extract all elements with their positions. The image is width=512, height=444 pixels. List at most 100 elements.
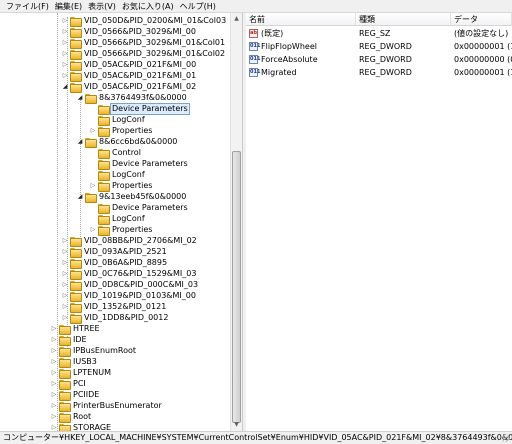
tree-node-label: HTREE	[73, 323, 100, 333]
tree-node-storage[interactable]: ▷ STORAGE	[50, 422, 112, 431]
tree-node-pci[interactable]: ▷ PCI	[50, 378, 87, 390]
expand-toggle-icon[interactable]: ▷	[50, 400, 58, 411]
menu-edit[interactable]: 編集(E)	[52, 0, 85, 13]
tree-node-label: VID_0C76&PID_1529&MI_03	[84, 268, 197, 278]
expand-toggle-icon[interactable]: ▷	[50, 334, 58, 345]
tree-node-vid-05ac-pid-021f-mi-00[interactable]: ▷ VID_05AC&PID_021F&MI_00	[61, 59, 197, 71]
expand-toggle-icon[interactable]: ▷	[50, 411, 58, 422]
menu-file[interactable]: ファイル(F)	[3, 0, 52, 13]
expand-toggle-icon[interactable]: ▷	[89, 224, 97, 235]
tree-node-vid-05ac-pid-021f-mi-01[interactable]: ▷ VID_05AC&PID_021F&MI_01	[61, 70, 197, 82]
expand-toggle-icon[interactable]: ▷	[89, 180, 97, 191]
expand-toggle-icon[interactable]: ▷	[50, 323, 58, 334]
tree-node-iusb3[interactable]: ▷ IUSB3	[50, 356, 98, 368]
tree-node-8-3764493f-0-0000[interactable]: ◢ 8&3764493f&0&0000	[76, 92, 188, 104]
expand-toggle-icon[interactable]: ▷	[61, 48, 69, 59]
value-row-migrated[interactable]: 011 Migrated REG_DWORD 0x00000001 (1)	[246, 66, 512, 79]
column-header-type[interactable]: 種類	[356, 13, 451, 26]
collapse-toggle-icon[interactable]: ◢	[61, 81, 69, 92]
expand-toggle-icon[interactable]: ▷	[50, 356, 58, 367]
menu-view[interactable]: 表示(V)	[85, 0, 119, 13]
registry-key-tree[interactable]: ▷ VID_050D&PID_0200&MI_01&Col03 ▷ VID_0566&…	[0, 13, 243, 431]
tree-node-lptenum[interactable]: ▷ LPTENUM	[50, 367, 112, 379]
tree-node-vid-1019-pid-0103-mi-00[interactable]: ▷ VID_1019&PID_0103&MI_00	[61, 290, 197, 302]
tree-node-9-13eeb45f-0-0000[interactable]: ◢ 9&13eeb45f&0&0000	[76, 191, 187, 203]
value-row-[interactable]: ab (既定) REG_SZ (値の設定なし)	[246, 27, 512, 40]
expand-toggle-icon[interactable]: ▷	[61, 301, 69, 312]
value-row-forceabsolute[interactable]: 011 ForceAbsolute REG_DWORD 0x00000000 (0)	[246, 53, 512, 66]
folder-icon	[70, 313, 82, 324]
scroll-up-arrow-icon[interactable]: ▲	[231, 13, 242, 25]
expand-toggle-icon[interactable]: ▷	[61, 37, 69, 48]
folder-icon	[98, 104, 110, 115]
column-header-data[interactable]: データ	[451, 13, 512, 26]
tree-node-vid-1352-pid-0121[interactable]: ▷ VID_1352&PID_0121	[61, 301, 167, 313]
expand-toggle-icon[interactable]: ▷	[61, 268, 69, 279]
value-data-cell: (値の設定なし)	[454, 29, 509, 38]
tree-node-vid-093a-pid-2521[interactable]: ▷ VID_093A&PID_2521	[61, 246, 168, 258]
tree-node-logconf[interactable]: LogConf	[89, 114, 146, 126]
tree-node-properties[interactable]: ▷ Properties	[89, 125, 153, 137]
tree-node-vid-050d-pid-0200-mi-01-col03[interactable]: ▷ VID_050D&PID_0200&MI_01&Col03	[61, 15, 227, 27]
menu-help[interactable]: ヘルプ(H)	[177, 0, 219, 13]
expand-toggle-icon[interactable]: ▷	[50, 389, 58, 400]
tree-node-vid-05ac-pid-021f-mi-02[interactable]: ◢ VID_05AC&PID_021F&MI_02	[61, 81, 197, 93]
expand-toggle-icon[interactable]: ▷	[50, 345, 58, 356]
value-row-flipflopwheel[interactable]: 011 FlipFlopWheel REG_DWORD 0x00000001 (1)	[246, 40, 512, 53]
expand-toggle-icon[interactable]: ▷	[61, 235, 69, 246]
value-type-cell: REG_DWORD	[359, 68, 412, 77]
tree-node-label: VID_0566&PID_3029&MI_01&Col01	[84, 37, 226, 47]
tree-node-ide[interactable]: ▷ IDE	[50, 334, 88, 346]
tree-node-properties[interactable]: ▷ Properties	[89, 224, 153, 236]
expand-toggle-icon[interactable]: ▷	[61, 70, 69, 81]
folder-icon	[59, 324, 71, 335]
tree-node-vid-0566-pid-3029-mi-00[interactable]: ▷ VID_0566&PID_3029&MI_00	[61, 26, 197, 38]
expand-toggle-icon[interactable]: ▷	[61, 26, 69, 37]
expand-toggle-icon[interactable]: ▷	[61, 59, 69, 70]
tree-node-device-parameters[interactable]: Device Parameters	[89, 158, 189, 170]
tree-node-vid-0566-pid-3029-mi-01-col02[interactable]: ▷ VID_0566&PID_3029&MI_01&Col02	[61, 48, 226, 60]
tree-node-htree[interactable]: ▷ HTREE	[50, 323, 101, 335]
expand-toggle-icon[interactable]: ▷	[50, 367, 58, 378]
resize-grip-icon[interactable]	[502, 434, 510, 442]
tree-node-logconf[interactable]: LogConf	[89, 213, 146, 225]
collapse-toggle-icon[interactable]: ◢	[76, 136, 84, 147]
tree-node-properties[interactable]: ▷ Properties	[89, 180, 153, 192]
column-header-name[interactable]: 名前	[246, 13, 356, 26]
tree-node-device-parameters[interactable]: Device Parameters	[89, 102, 190, 115]
tree-node-device-parameters[interactable]: Device Parameters	[89, 202, 189, 214]
tree-node-root[interactable]: ▷ Root	[50, 411, 92, 423]
expand-toggle-icon[interactable]: ▷	[61, 290, 69, 301]
expand-toggle-icon[interactable]: ▷	[50, 422, 58, 431]
tree-node-vid-1dd8-pid-0012[interactable]: ▷ VID_1DD8&PID_0012	[61, 312, 169, 324]
tree-node-vid-0c76-pid-1529-mi-03[interactable]: ▷ VID_0C76&PID_1529&MI_03	[61, 268, 197, 280]
tree-node-pciide[interactable]: ▷ PCIIDE	[50, 389, 100, 401]
expand-toggle-icon[interactable]: ▷	[89, 125, 97, 136]
tree-node-control[interactable]: Control	[89, 147, 142, 159]
registry-value-list[interactable]: 名前 種類 データ ab (既定) REG_SZ (値の設定なし) 011 FlipFlo…	[246, 13, 512, 431]
expand-toggle-icon[interactable]: ▷	[61, 246, 69, 257]
tree-node-vid-0566-pid-3029-mi-01-col01[interactable]: ▷ VID_0566&PID_3029&MI_01&Col01	[61, 37, 226, 49]
expand-toggle-icon[interactable]: ▷	[61, 279, 69, 290]
tree-node-8-6cc6bd-0-0000[interactable]: ◢ 8&6cc6bd&0&0000	[76, 136, 178, 148]
tree-node-label: VID_093A&PID_2521	[84, 246, 167, 256]
menu-favorites[interactable]: お気に入り(A)	[119, 0, 177, 13]
collapse-toggle-icon[interactable]: ◢	[76, 92, 84, 103]
expand-toggle-icon[interactable]: ▷	[50, 378, 58, 389]
expand-toggle-icon[interactable]: ▷	[61, 15, 69, 26]
status-bar-key-path: コンピューター¥HKEY_LOCAL_MACHINE¥SYSTEM¥Curren…	[3, 433, 512, 442]
tree-node-vid-0b6a-pid-8895[interactable]: ▷ VID_0B6A&PID_8895	[61, 257, 168, 269]
tree-node-logconf[interactable]: LogConf	[89, 169, 146, 181]
collapse-toggle-icon[interactable]: ◢	[76, 191, 84, 202]
tree-node-printerbusenumerator[interactable]: ▷ PrinterBusEnumerator	[50, 400, 163, 412]
tree-node-vid-0d8c-pid-000c-mi-03[interactable]: ▷ VID_0D8C&PID_000C&MI_03	[61, 279, 199, 291]
expand-toggle-icon[interactable]: ▷	[61, 257, 69, 268]
tree-node-label: VID_08BB&PID_2706&MI_02	[84, 235, 197, 245]
tree-vertical-scrollbar[interactable]: ▲ ▼	[230, 13, 242, 431]
tree-node-vid-08bb-pid-2706-mi-02[interactable]: ▷ VID_08BB&PID_2706&MI_02	[61, 235, 198, 247]
tree-node-ipbusenumroot[interactable]: ▷ IPBusEnumRoot	[50, 345, 137, 357]
scroll-down-arrow-icon[interactable]: ▼	[231, 419, 242, 431]
scrollbar-thumb[interactable]	[232, 151, 241, 423]
expand-toggle-icon[interactable]: ▷	[61, 312, 69, 323]
